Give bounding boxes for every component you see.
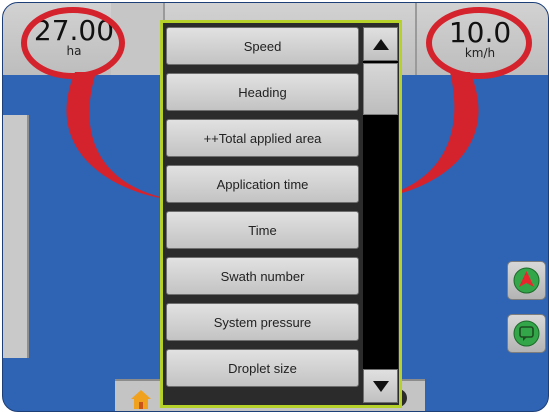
message-icon [513, 320, 540, 347]
area-gauge[interactable]: 27.00 ha [30, 14, 118, 58]
area-value: 27.00 [33, 14, 115, 47]
menu-item-droplet-size[interactable]: Droplet size [166, 349, 359, 387]
menu-scrollbar[interactable] [363, 27, 398, 403]
speed-value: 10.0 [448, 16, 512, 49]
menu-item-heading[interactable]: Heading [166, 73, 359, 111]
gauge-selection-menu: Speed Heading ++Total applied area Appli… [160, 20, 402, 408]
home-icon[interactable] [129, 387, 153, 411]
navigation-arrow-icon [513, 267, 540, 294]
menu-item-application-time[interactable]: Application time [166, 165, 359, 203]
menu-item-swath-number[interactable]: Swath number [166, 257, 359, 295]
scroll-thumb[interactable] [363, 63, 398, 115]
menu-item-total-applied-area[interactable]: ++Total applied area [166, 119, 359, 157]
menu-item-system-pressure[interactable]: System pressure [166, 303, 359, 341]
menu-item-list: Speed Heading ++Total applied area Appli… [166, 27, 359, 395]
navigation-button[interactable] [507, 261, 546, 300]
speed-gauge[interactable]: 10.0 km/h [438, 16, 522, 60]
up-arrow-icon [373, 39, 389, 50]
scroll-up-button[interactable] [363, 27, 398, 61]
top-bar-divider-slot [111, 3, 165, 75]
down-arrow-icon [373, 381, 389, 392]
menu-item-speed[interactable]: Speed [166, 27, 359, 65]
menu-item-time[interactable]: Time [166, 211, 359, 249]
left-side-panel [3, 115, 29, 358]
message-button[interactable] [507, 314, 546, 353]
scroll-down-button[interactable] [363, 369, 398, 403]
